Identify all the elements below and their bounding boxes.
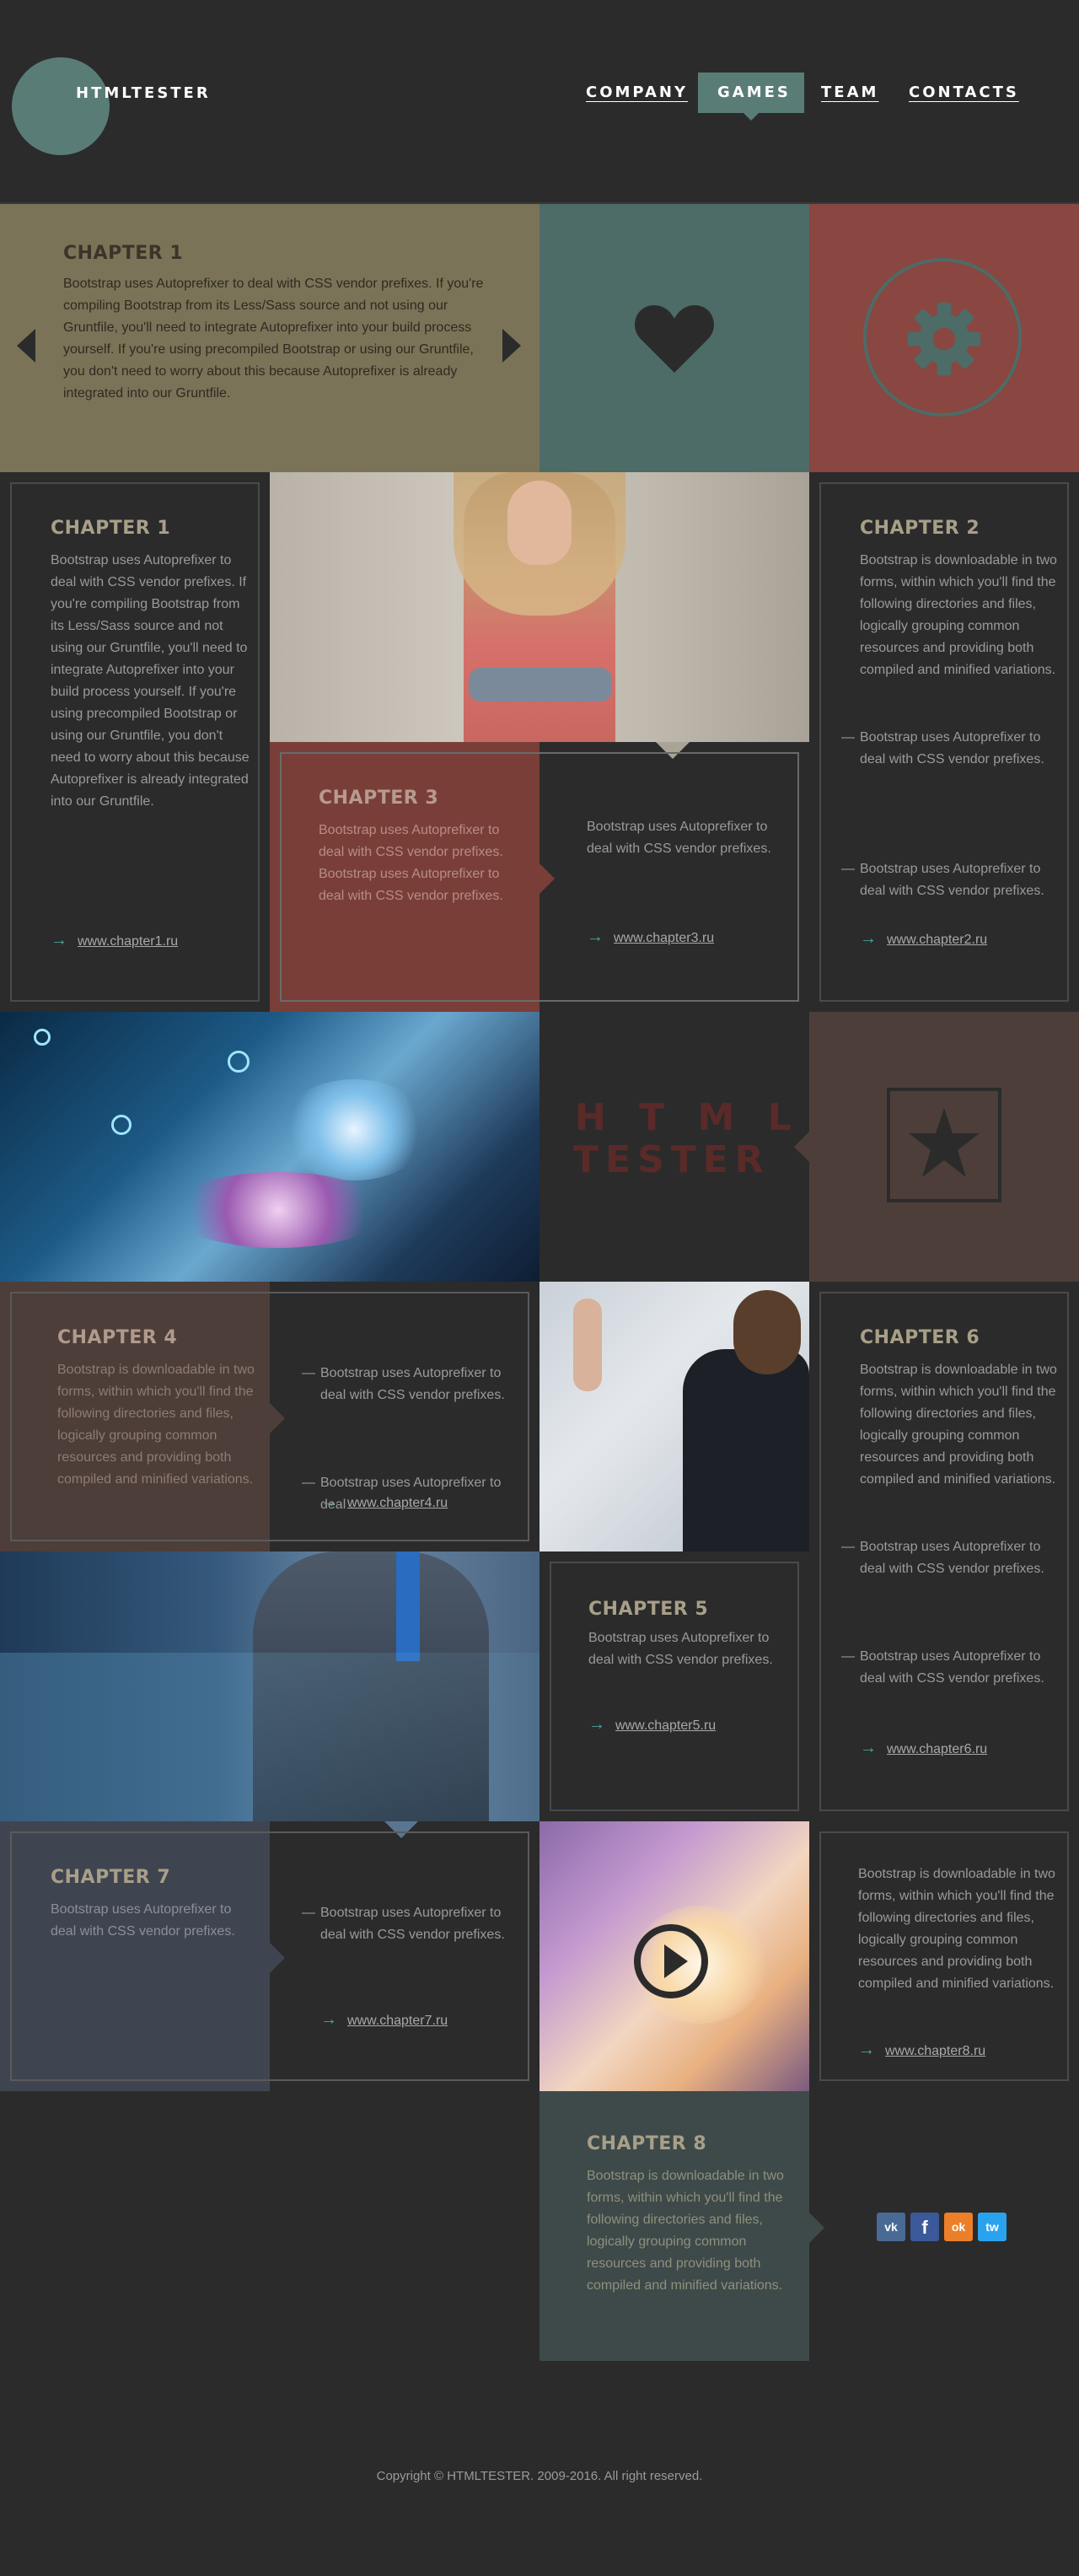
play-icon: [664, 1944, 688, 1978]
chapter2-title: CHAPTER 2: [860, 518, 980, 539]
chapter3-text-2: Bootstrap uses Autoprefixer to deal with…: [587, 820, 771, 856]
chapter1-text: Bootstrap uses Autoprefixer to deal with…: [51, 553, 250, 809]
chapter1-title: CHAPTER 1: [51, 518, 171, 539]
man-body: [683, 1349, 809, 1552]
orb-2: [111, 1115, 132, 1135]
slider-title: CHAPTER 1: [63, 243, 184, 264]
chapter2-item-2: Bootstrap uses Autoprefixer to deal with…: [841, 858, 1062, 902]
chapter3-card: CHAPTER 3 Bootstrap uses Autoprefixer to…: [280, 752, 799, 1002]
chapter4-link[interactable]: → www.chapter4.ru: [320, 1492, 448, 1512]
chapter8-link[interactable]: → www.chapter8.ru: [858, 2041, 985, 2060]
arrow-right-icon: →: [860, 1739, 877, 1757]
page: HTMLTESTER COMPANY GAMES TEAM CONTACTS C…: [0, 0, 1079, 2576]
star-icon: [909, 1108, 980, 1177]
arrow-right-icon: →: [320, 2010, 337, 2029]
settings-tile[interactable]: [809, 204, 1079, 472]
tie: [396, 1552, 420, 1661]
laptop-glow: [278, 1079, 430, 1180]
chapter7-text: Bootstrap uses Autoprefixer to deal with…: [51, 1902, 235, 1939]
orb-1: [34, 1029, 51, 1046]
twitter-icon[interactable]: tw: [978, 2213, 1007, 2241]
chapter2-text: Bootstrap is downloadable in two forms, …: [860, 553, 1057, 677]
chapter5-card: CHAPTER 5 Bootstrap uses Autoprefixer to…: [550, 1562, 799, 1811]
gamepad-icon: [469, 668, 612, 702]
interface-overlay: [0, 1653, 540, 1821]
slider-prev-arrow[interactable]: [17, 329, 35, 363]
chapter4-item-1: Bootstrap uses Autoprefixer to deal with…: [302, 1363, 513, 1406]
chapter7-item-1: Bootstrap uses Autoprefixer to deal with…: [302, 1902, 513, 1946]
gear-icon: [907, 302, 981, 376]
arrow-right-icon: →: [51, 931, 67, 949]
heart-icon: [635, 305, 714, 373]
arrow-right-icon: →: [588, 1715, 605, 1734]
nav-games[interactable]: GAMES: [717, 83, 791, 101]
chapter8-panel: CHAPTER 8 Bootstrap is downloadable in t…: [540, 2091, 809, 2361]
logo-circle: [12, 57, 110, 155]
gamer-face: [507, 481, 572, 565]
odnoklassniki-icon[interactable]: ok: [944, 2213, 973, 2241]
orb-3: [228, 1051, 250, 1073]
chapter4-title: CHAPTER 4: [57, 1327, 178, 1348]
arrow-right-icon: →: [587, 928, 604, 946]
business-man-photo: [540, 1282, 809, 1552]
tech-laptop-photo: [0, 1012, 540, 1282]
chapter1-link[interactable]: → www.chapter1.ru: [51, 931, 178, 950]
arrow-right-icon: →: [320, 1492, 337, 1511]
slider-next-arrow[interactable]: [502, 329, 521, 363]
chapter6-item-2: Bootstrap uses Autoprefixer to deal with…: [841, 1646, 1062, 1690]
chapter7-card: CHAPTER 7 Bootstrap uses Autoprefixer to…: [10, 1831, 529, 2081]
chapter6-item-1: Bootstrap uses Autoprefixer to deal with…: [841, 1536, 1062, 1580]
slider: CHAPTER 1 Bootstrap uses Autoprefixer to…: [0, 204, 540, 472]
chapter7-title: CHAPTER 7: [51, 1867, 171, 1888]
star-tile-pointer: [794, 1132, 809, 1162]
main-nav: COMPANY GAMES TEAM CONTACTS: [582, 73, 1020, 121]
slider-text: Bootstrap uses Autoprefixer to deal with…: [63, 277, 484, 401]
man-hand: [573, 1299, 602, 1391]
chapter2-item-1: Bootstrap uses Autoprefixer to deal with…: [841, 727, 1062, 771]
chapter8-pointer: [809, 2213, 824, 2243]
chapter3-title: CHAPTER 3: [319, 788, 439, 809]
nav-contacts[interactable]: CONTACTS: [909, 83, 1019, 101]
nav-company[interactable]: COMPANY: [586, 83, 688, 101]
chapter6-card: CHAPTER 6 Bootstrap is downloadable in t…: [819, 1292, 1069, 1811]
chapter6-title: CHAPTER 6: [860, 1327, 980, 1348]
business-interface-photo: [0, 1552, 540, 1821]
man-head: [733, 1290, 801, 1374]
logo[interactable]: HTMLTESTER: [76, 84, 211, 102]
chapter2-card: CHAPTER 2 Bootstrap is downloadable in t…: [819, 482, 1069, 1002]
chapter4-card: CHAPTER 4 Bootstrap is downloadable in t…: [10, 1292, 529, 1541]
chapter8-title: CHAPTER 8: [587, 2133, 707, 2154]
nav-team[interactable]: TEAM: [821, 83, 878, 101]
chapter8-text: Bootstrap is downloadable in two forms, …: [587, 2169, 784, 2293]
chapter7-link[interactable]: → www.chapter7.ru: [320, 2010, 448, 2030]
brand-tile: H T M L TESTER: [540, 1012, 809, 1282]
facebook-icon[interactable]: f: [910, 2213, 939, 2241]
nav-games-pointer: [743, 112, 760, 121]
heart-tile[interactable]: [540, 204, 809, 472]
arrow-right-icon: →: [860, 929, 877, 948]
chapter8-preview-text: Bootstrap is downloadable in two forms, …: [858, 1867, 1055, 1991]
chapter5-title: CHAPTER 5: [588, 1599, 709, 1620]
social-links: vk f ok tw: [877, 2213, 1012, 2241]
star-tile[interactable]: [794, 1012, 1079, 1282]
brand-line-2: TESTER: [573, 1138, 770, 1181]
chapter5-link[interactable]: → www.chapter5.ru: [588, 1715, 716, 1734]
vk-icon[interactable]: vk: [877, 2213, 905, 2241]
arrow-right-icon: →: [858, 2041, 875, 2059]
chapter5-text: Bootstrap uses Autoprefixer to deal with…: [588, 1631, 773, 1667]
chapter8-preview-card: Bootstrap is downloadable in two forms, …: [819, 1831, 1069, 2081]
chapter6-text: Bootstrap is downloadable in two forms, …: [860, 1363, 1057, 1487]
chapter4-text: Bootstrap is downloadable in two forms, …: [57, 1363, 255, 1487]
header: HTMLTESTER COMPANY GAMES TEAM CONTACTS: [0, 0, 1079, 204]
hand-glow: [169, 1172, 388, 1248]
footer-copyright: Copyright © HTMLTESTER. 2009-2016. All r…: [376, 2469, 703, 2483]
brand-line-1: H T M L: [575, 1096, 802, 1139]
chapter6-link[interactable]: → www.chapter6.ru: [860, 1739, 987, 1758]
chapter1-card: CHAPTER 1 Bootstrap uses Autoprefixer to…: [10, 482, 260, 1002]
chapter3-text: Bootstrap uses Autoprefixer to deal with…: [319, 823, 503, 903]
chapter2-link[interactable]: → www.chapter2.ru: [860, 929, 987, 949]
gamer-photo: [270, 472, 809, 742]
chapter3-link[interactable]: → www.chapter3.ru: [587, 928, 714, 947]
video-photo[interactable]: [540, 1821, 809, 2091]
